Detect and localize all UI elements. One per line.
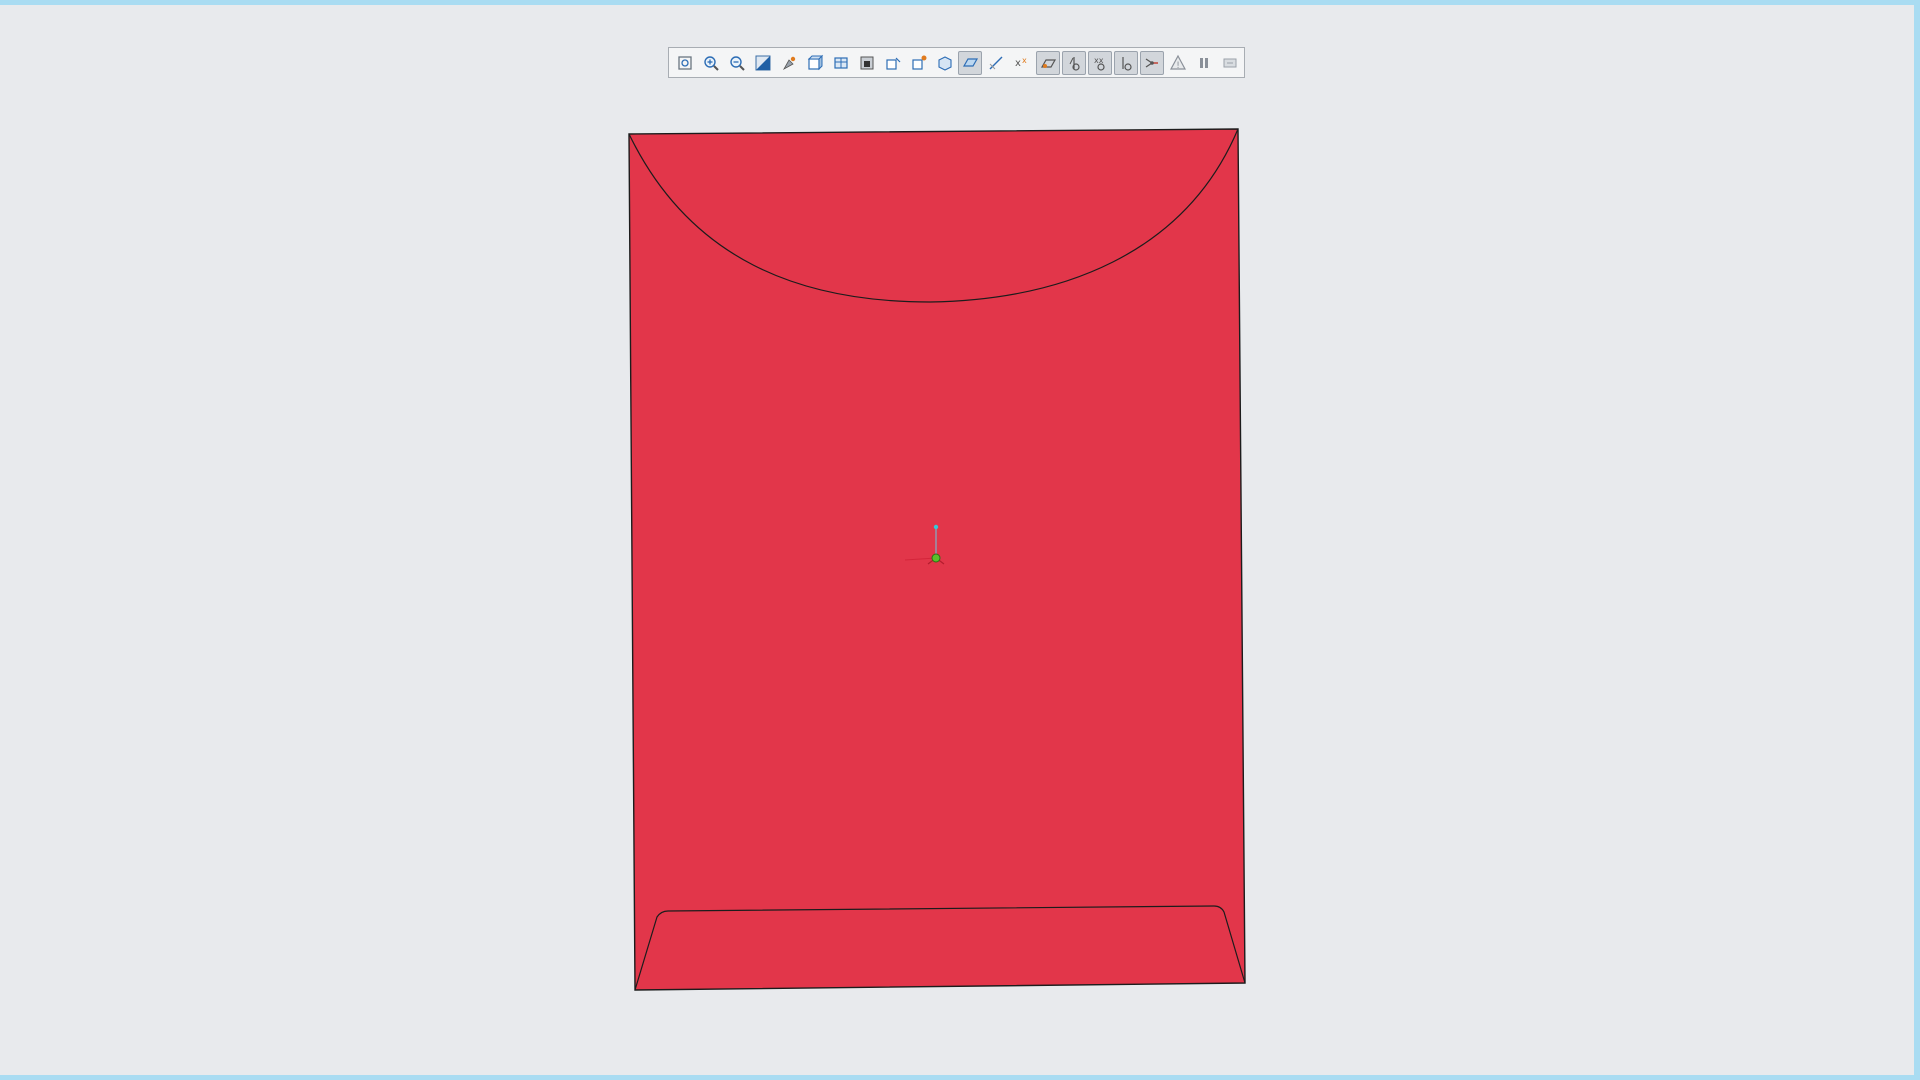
graphics-window[interactable]: x x xx! — [0, 0, 1912, 1080]
model-canvas[interactable] — [0, 0, 1912, 1080]
